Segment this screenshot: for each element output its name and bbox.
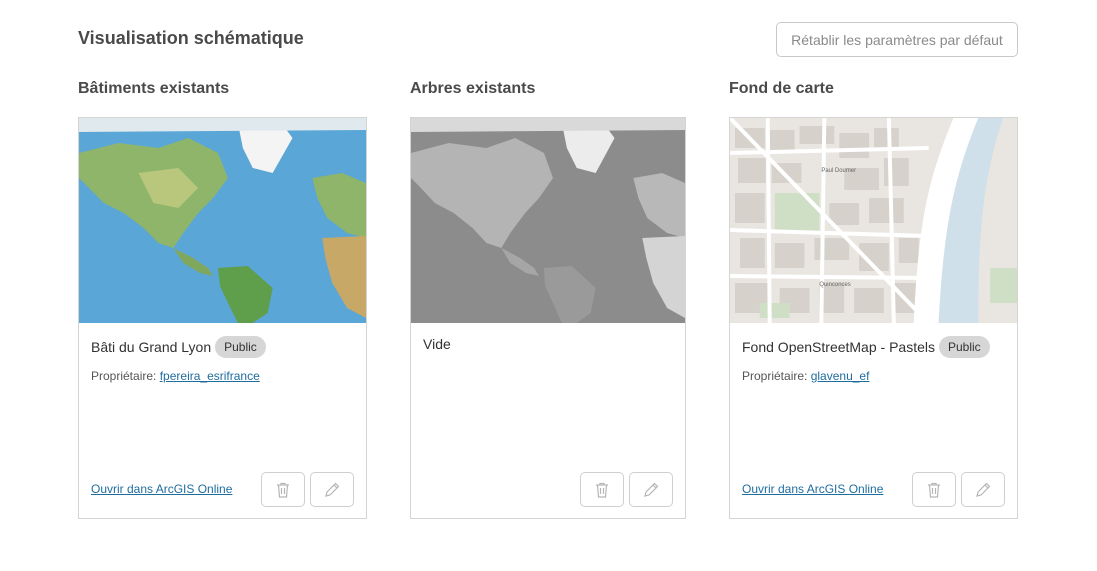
open-in-arcgis-link[interactable]: Ouvrir dans ArcGIS Online [742, 482, 883, 496]
pencil-icon [325, 482, 340, 497]
trash-icon [277, 482, 289, 498]
pencil-icon [976, 482, 991, 497]
map-label-paul-doumer: Paul Doumer [821, 168, 856, 174]
column-title-fond-de-carte: Fond de carte [729, 80, 834, 97]
delete-button[interactable] [912, 472, 956, 507]
pencil-icon [644, 482, 659, 497]
delete-button[interactable] [261, 472, 305, 507]
city-street-map-thumbnail: Paul Doumer Quinconces [730, 118, 1017, 323]
trash-icon [928, 482, 940, 498]
public-badge: Public [215, 336, 266, 358]
owner-label: Propriétaire: [91, 369, 157, 383]
layer-card-arbres: Vide [410, 117, 686, 519]
world-grayscale-thumbnail [411, 118, 685, 323]
owner-label: Propriétaire: [742, 369, 808, 383]
owner-link[interactable]: fpereira_esrifrance [160, 369, 260, 383]
page-title: Visualisation schématique [78, 28, 304, 48]
trash-icon [596, 482, 608, 498]
edit-button[interactable] [629, 472, 673, 507]
edit-button[interactable] [310, 472, 354, 507]
card-name-row: Bâti du Grand Lyon Public [91, 336, 266, 358]
edit-button[interactable] [961, 472, 1005, 507]
map-label-quinconces: Quinconces [819, 282, 850, 288]
card-name-row: Fond OpenStreetMap - Pastels Public [742, 336, 990, 358]
card-name-row: Vide [423, 336, 451, 352]
layer-card-fond-de-carte: Paul Doumer Quinconces Fond OpenStreetMa… [729, 117, 1018, 519]
layer-card-batiments: Bâti du Grand Lyon Public Propriétaire: … [78, 117, 367, 519]
owner-line: Propriétaire: fpereira_esrifrance [91, 369, 260, 383]
column-title-arbres: Arbres existants [410, 80, 536, 97]
card-name: Fond OpenStreetMap - Pastels [742, 339, 935, 355]
card-name: Vide [423, 336, 451, 352]
world-imagery-thumbnail [79, 118, 366, 323]
delete-button[interactable] [580, 472, 624, 507]
reset-defaults-button[interactable]: Rétablir les paramètres par défaut [776, 22, 1018, 57]
open-in-arcgis-link[interactable]: Ouvrir dans ArcGIS Online [91, 482, 232, 496]
owner-line: Propriétaire: glavenu_ef [742, 369, 869, 383]
public-badge: Public [939, 336, 990, 358]
column-title-batiments: Bâtiments existants [78, 80, 230, 97]
card-name: Bâti du Grand Lyon [91, 339, 212, 355]
owner-link[interactable]: glavenu_ef [811, 369, 870, 383]
